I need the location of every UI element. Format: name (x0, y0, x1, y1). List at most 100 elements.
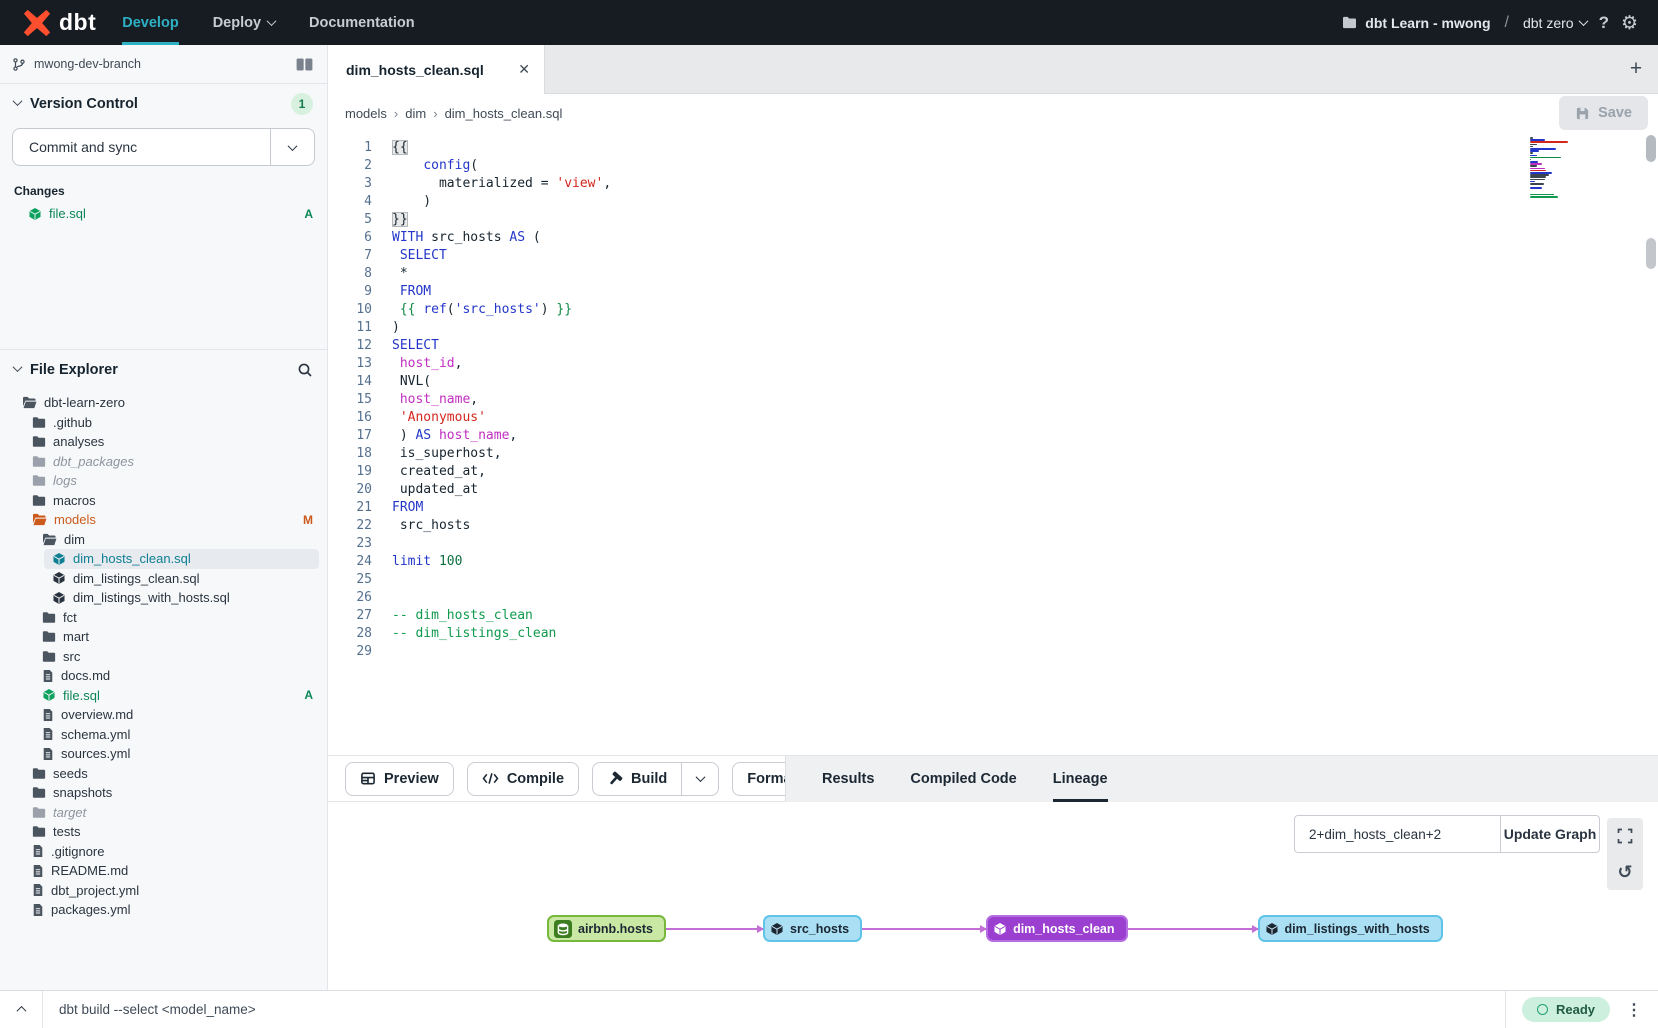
breadcrumb-segment[interactable]: dim (405, 106, 426, 121)
tree-item-dim_listings_clean.sql[interactable]: dim_listings_clean.sql (0, 569, 327, 589)
new-tab-button[interactable]: + (1614, 45, 1658, 93)
lineage-node-src_hosts[interactable]: src_hosts (763, 915, 862, 942)
tab-lineage[interactable]: Lineage (1053, 756, 1108, 802)
tree-item-analyses[interactable]: analyses (0, 432, 327, 452)
code-content[interactable]: {{ config( materialized = 'view', )}}WIT… (384, 132, 1658, 755)
tree-item-logs[interactable]: logs (0, 471, 327, 491)
nav-item-develop[interactable]: Develop (122, 0, 178, 45)
tab-compiled-code[interactable]: Compiled Code (910, 756, 1016, 802)
tree-item-src[interactable]: src (0, 647, 327, 667)
line-number: 8 (328, 265, 372, 283)
preview-button[interactable]: Preview (345, 762, 454, 796)
lineage-node-airbnb.hosts[interactable]: airbnb.hosts (547, 915, 666, 942)
scrollbar-thumb[interactable] (1646, 238, 1656, 269)
command-input[interactable]: dbt build --select <model_name> (42, 991, 1505, 1028)
model-cube-icon (52, 571, 66, 585)
brand-text: dbt (59, 9, 96, 36)
tree-item-dbt_packages[interactable]: dbt_packages (0, 452, 327, 472)
folder-icon (32, 806, 46, 819)
commit-options-caret[interactable] (270, 129, 314, 165)
code-editor[interactable]: 1234567891011121314151617181920212223242… (328, 132, 1658, 755)
tree-item-mart[interactable]: mart (0, 627, 327, 647)
project-switcher[interactable]: dbt Learn - mwong (1342, 15, 1490, 31)
breadcrumb-separator-icon: › (394, 106, 398, 121)
tree-item-packages.yml[interactable]: packages.yml (0, 900, 327, 920)
tree-item-README.md[interactable]: README.md (0, 861, 327, 881)
help-button[interactable]: ? (1599, 13, 1609, 33)
tree-item-label: macros (53, 493, 96, 508)
code-line: config( (392, 157, 1658, 175)
changed-file-row[interactable]: file.sqlA (0, 204, 327, 223)
tree-item-.gitignore[interactable]: .gitignore (0, 842, 327, 862)
chevron-down-icon (288, 141, 298, 151)
lineage-node-dim_hosts_clean[interactable]: dim_hosts_clean (986, 915, 1127, 942)
tree-item-sources.yml[interactable]: sources.yml (0, 744, 327, 764)
tree-item-dbt_project.yml[interactable]: dbt_project.yml (0, 881, 327, 901)
tree-item-dbt-learn-zero[interactable]: dbt-learn-zero (0, 393, 327, 413)
build-options-caret[interactable] (681, 762, 719, 796)
tree-item-label: dbt-learn-zero (44, 395, 125, 410)
version-control-header[interactable]: Version Control 1 (0, 84, 327, 124)
compile-button[interactable]: Compile (467, 762, 579, 796)
dbt-cloud-ide: dbt Develop Deploy Documentation dbt Learn… (0, 0, 1658, 1028)
command-bar-expand-button[interactable] (0, 991, 42, 1028)
tree-item-tests[interactable]: tests (0, 822, 327, 842)
tree-item-dim_listings_with_hosts.sql[interactable]: dim_listings_with_hosts.sql (0, 588, 327, 608)
update-graph-button[interactable]: Update Graph (1500, 816, 1599, 852)
nav-item-documentation[interactable]: Documentation (309, 0, 415, 45)
chevron-down-icon (267, 16, 277, 26)
lineage-node-dim_listings_with_hosts[interactable]: dim_listings_with_hosts (1258, 915, 1443, 942)
lineage-node-label: dim_listings_with_hosts (1285, 922, 1430, 936)
build-button[interactable]: Build (592, 762, 681, 796)
tree-item-.github[interactable]: .github (0, 413, 327, 433)
folder-icon (32, 474, 46, 487)
fullscreen-button[interactable] (1607, 818, 1643, 854)
line-number: 12 (328, 337, 372, 355)
more-options-button[interactable]: ⋮ (1626, 1000, 1642, 1020)
file-explorer-header[interactable]: File Explorer (0, 349, 327, 389)
tree-item-fct[interactable]: fct (0, 608, 327, 628)
editor-scrollbar[interactable] (1646, 132, 1657, 755)
tree-item-dim[interactable]: dim (0, 530, 327, 550)
search-icon (297, 362, 313, 378)
file-search-button[interactable] (297, 362, 313, 378)
tree-item-target[interactable]: target (0, 803, 327, 823)
dbt-logo[interactable]: dbt (0, 0, 122, 45)
settings-gear-button[interactable]: ⚙ (1621, 12, 1638, 34)
branch-row[interactable]: mwong-dev-branch (0, 45, 327, 84)
editor-tab-dim-hosts-clean[interactable]: dim_hosts_clean.sql ✕ (328, 45, 545, 94)
commit-and-sync-button[interactable]: Commit and sync (12, 128, 315, 166)
environment-switcher[interactable]: dbt zero (1523, 15, 1587, 31)
tree-item-overview.md[interactable]: overview.md (0, 705, 327, 725)
nav-item-deploy[interactable]: Deploy (213, 0, 275, 45)
code-line: NVL( (392, 373, 1658, 391)
lineage-selector-input[interactable] (1295, 816, 1500, 852)
lineage-edge (1128, 928, 1258, 930)
tree-item-macros[interactable]: macros (0, 491, 327, 511)
line-number: 18 (328, 445, 372, 463)
tab-results[interactable]: Results (822, 756, 874, 802)
workspace: dim_hosts_clean.sql ✕ + models›dim›dim_h… (328, 45, 1658, 990)
close-tab-icon[interactable]: ✕ (518, 61, 530, 78)
tree-item-snapshots[interactable]: snapshots (0, 783, 327, 803)
line-number: 10 (328, 301, 372, 319)
reset-view-button[interactable]: ↺ (1607, 854, 1643, 890)
compile-label: Compile (507, 771, 564, 787)
breadcrumb-segment[interactable]: models (345, 106, 387, 121)
code-line: {{ ref('src_hosts') }} (392, 301, 1658, 319)
cube-icon (993, 922, 1007, 936)
breadcrumb-segment[interactable]: dim_hosts_clean.sql (445, 106, 563, 121)
tree-item-models[interactable]: modelsM (0, 510, 327, 530)
tree-item-dim_hosts_clean.sql[interactable]: dim_hosts_clean.sql (44, 549, 319, 569)
tree-item-docs.md[interactable]: docs.md (0, 666, 327, 686)
tree-item-schema.yml[interactable]: schema.yml (0, 725, 327, 745)
tree-item-file.sql[interactable]: file.sqlA (0, 686, 327, 706)
split-view-icon[interactable] (296, 58, 313, 71)
line-number: 22 (328, 517, 372, 535)
tree-item-seeds[interactable]: seeds (0, 764, 327, 784)
tree-item-label: overview.md (61, 707, 133, 722)
save-button[interactable]: Save (1559, 96, 1648, 130)
scrollbar-thumb[interactable] (1646, 135, 1656, 162)
graph-controls: ↺ (1607, 818, 1643, 890)
line-number: 1 (328, 139, 372, 157)
